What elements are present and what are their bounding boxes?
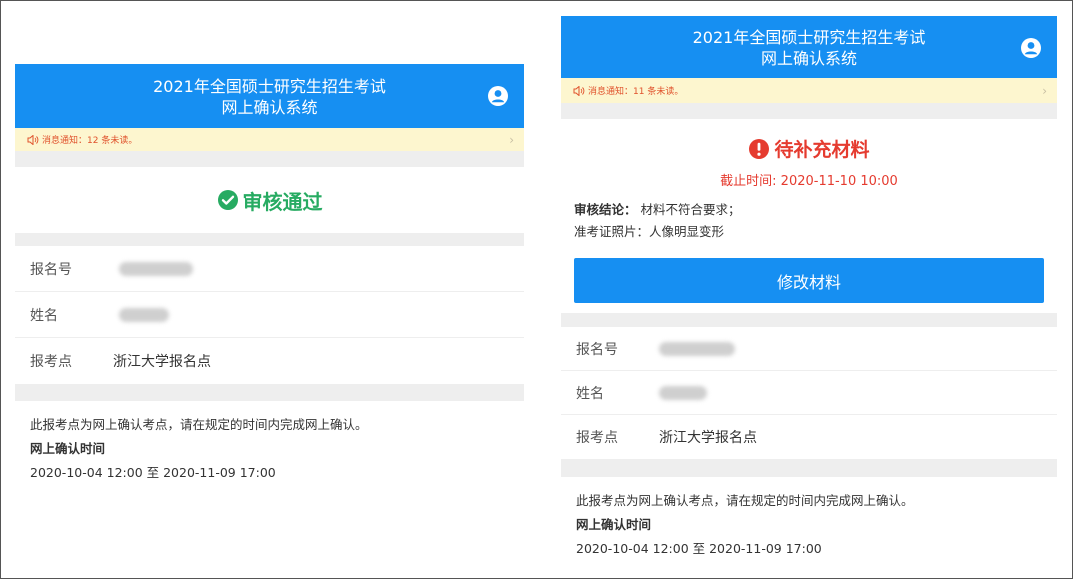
app-header: 2021年全国硕士研究生招生考试 网上确认系统 (15, 64, 524, 128)
notice-bar[interactable]: 消息通知：11 条未读。 › (561, 78, 1057, 103)
time-title: 网上确认时间 (576, 517, 652, 532)
notice-text: 消息通知：12 条未读。 (42, 136, 138, 146)
header-title-line2: 网上确认系统 (760, 49, 857, 68)
field-label: 报名号 (576, 341, 618, 358)
notice-bar[interactable]: 消息通知：12 条未读。 › (15, 128, 524, 151)
time-range: 2020-10-04 12:00 至 2020-11-09 17:00 (576, 541, 822, 556)
right-screen: 2021年全国硕士研究生招生考试 网上确认系统 消息通知：11 条未读。 › 待… (561, 16, 1057, 569)
field-row-name: 姓名 (15, 292, 524, 338)
exclamation-circle-icon (749, 138, 770, 159)
confirm-info-card: 此报考点为网上确认考点，请在规定的时间内完成网上确认。 网上确认时间 2020-… (15, 401, 524, 490)
conclusion-label: 审核结论： (574, 202, 637, 217)
field-label: 报考点 (30, 354, 72, 370)
field-value: 浙江大学报名点 (113, 354, 211, 370)
field-row-site: 报考点 浙江大学报名点 (561, 415, 1057, 459)
status-card: 审核通过 (15, 167, 524, 233)
field-label: 报名号 (30, 261, 72, 278)
field-label: 姓名 (576, 385, 604, 402)
info-fields-card: 报名号 姓名 报考点 浙江大学报名点 (15, 246, 524, 384)
notice-text: 消息通知：11 条未读。 (588, 87, 684, 97)
redacted-value (659, 385, 707, 400)
info-text: 此报考点为网上确认考点，请在规定的时间内完成网上确认。 (576, 493, 914, 508)
info-text: 此报考点为网上确认考点，请在规定的时间内完成网上确认。 (30, 417, 368, 432)
status-card: 待补充材料 截止时间: 2020-11-10 10:00 审核结论： 材料不符合… (561, 119, 1057, 313)
chevron-right-icon: › (1042, 83, 1047, 98)
check-circle-icon (217, 190, 238, 210)
status-label: 待补充材料 (774, 139, 870, 161)
user-circle-icon[interactable] (488, 86, 508, 106)
redacted-value (659, 341, 735, 356)
field-value: 浙江大学报名点 (659, 430, 757, 446)
field-label: 姓名 (30, 307, 58, 324)
conclusion-value: 材料不符合要求； (640, 202, 741, 217)
time-range: 2020-10-04 12:00 至 2020-11-09 17:00 (30, 465, 276, 480)
time-title: 网上确认时间 (30, 441, 106, 456)
redacted-value (119, 261, 193, 276)
redacted-value (119, 307, 169, 322)
deadline-text: 截止时间: 2020-11-10 10:00 (720, 174, 898, 189)
field-row-regno: 报名号 (15, 246, 524, 292)
header-title-line1: 2021年全国硕士研究生招生考试 (153, 77, 386, 96)
field-row-site: 报考点 浙江大学报名点 (15, 338, 524, 384)
left-screen: 2021年全国硕士研究生招生考试 网上确认系统 消息通知：12 条未读。 › 审… (15, 64, 524, 490)
field-row-regno: 报名号 (561, 327, 1057, 371)
modify-materials-button[interactable]: 修改材料 (574, 258, 1044, 303)
field-label: 报考点 (576, 430, 618, 446)
speaker-icon (27, 134, 39, 145)
speaker-icon (573, 85, 585, 96)
field-row-name: 姓名 (561, 371, 1057, 415)
chevron-right-icon: › (509, 132, 514, 147)
confirm-info-card: 此报考点为网上确认考点，请在规定的时间内完成网上确认。 网上确认时间 2020-… (561, 477, 1057, 569)
info-fields-card: 报名号 姓名 报考点 浙江大学报名点 (561, 327, 1057, 459)
conclusion-detail: 准考证照片：人像明显变形 (574, 224, 725, 239)
app-header: 2021年全国硕士研究生招生考试 网上确认系统 (561, 16, 1057, 78)
header-title-line2: 网上确认系统 (221, 98, 318, 117)
user-circle-icon[interactable] (1021, 38, 1041, 58)
header-title-line1: 2021年全国硕士研究生招生考试 (692, 28, 926, 47)
status-label: 审核通过 (242, 189, 323, 214)
